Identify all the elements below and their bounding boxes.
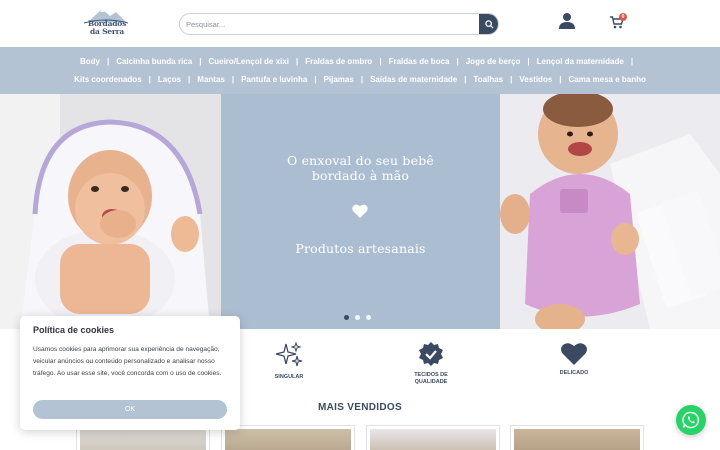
- nav-item-pantufa[interactable]: Pantufa e luvinha: [241, 75, 307, 84]
- product-card[interactable]: [366, 425, 500, 450]
- search-icon: [484, 19, 494, 29]
- nav-item-kits[interactable]: Kits coordenados: [74, 75, 142, 84]
- nav-separator: |: [456, 57, 459, 66]
- product-card[interactable]: [510, 425, 644, 450]
- nav-separator: |: [510, 75, 513, 84]
- feature-delicado: DELICADO: [534, 341, 614, 377]
- product-image: [514, 429, 640, 450]
- nav-separator: |: [314, 75, 317, 84]
- search-input[interactable]: [180, 14, 480, 34]
- feature-label: DELICADO: [559, 370, 589, 376]
- product-image: [80, 429, 206, 450]
- nav-row-1: Body | Calcinha bunda rica | Cueiro/Lenç…: [0, 55, 720, 68]
- slider-dot-3[interactable]: [366, 315, 371, 320]
- nav-item-lencol-maternidade[interactable]: Lençol da maternidade: [537, 57, 624, 66]
- nav-item-lacos[interactable]: Laços: [158, 75, 181, 84]
- nav-separator: |: [106, 57, 110, 66]
- whatsapp-button[interactable]: [676, 405, 706, 435]
- product-image: [225, 429, 351, 450]
- hero-banner-text-panel: O enxoval do seu bebê bordado à mão Prod…: [221, 94, 500, 329]
- logo-text: Bordados da Serra: [87, 19, 127, 36]
- product-card[interactable]: [221, 425, 355, 450]
- hero-slider[interactable]: O enxoval do seu bebê bordado à mão Prod…: [0, 94, 720, 329]
- user-account-icon[interactable]: [558, 12, 576, 30]
- nav-item-mantas[interactable]: Mantas: [197, 75, 225, 84]
- cookie-text: Usamos cookies para aprimorar sua experi…: [33, 346, 222, 377]
- slider-dot-1[interactable]: [344, 315, 349, 320]
- cookie-title: Política de cookies: [33, 325, 115, 335]
- nav-item-calcinha[interactable]: Calcinha bunda rica: [116, 57, 192, 66]
- nav-row-2: Kits coordenados | Laços | Mantas | Pant…: [0, 73, 720, 86]
- slider-dots: [344, 315, 371, 320]
- nav-separator: |: [360, 75, 364, 84]
- nav-item-vestidos[interactable]: Vestidos: [519, 75, 552, 84]
- nav-separator: |: [231, 75, 235, 84]
- nav-separator: |: [148, 75, 151, 84]
- heart-icon: [352, 204, 368, 218]
- logo[interactable]: Bordados da Serra: [80, 6, 132, 42]
- category-nav: Body | Calcinha bunda rica | Cueiro/Lenç…: [0, 47, 720, 94]
- sparkles-icon: [275, 341, 303, 367]
- nav-separator: |: [188, 75, 191, 84]
- nav-item-cueiro[interactable]: Cueiro/Lençol de xixi: [208, 57, 288, 66]
- cookie-consent-popup: Política de cookies Usamos cookies para …: [20, 316, 240, 430]
- slider-dot-2[interactable]: [355, 315, 360, 320]
- nav-separator: |: [199, 57, 202, 66]
- nav-item-cama-mesa-banho[interactable]: Cama mesa e banho: [569, 75, 646, 84]
- badge-check-icon: [419, 342, 443, 366]
- nav-item-fraldas-boca[interactable]: Fraldas de boca: [389, 57, 450, 66]
- search-button[interactable]: [479, 14, 498, 34]
- nav-item-pijamas[interactable]: Pijamas: [324, 75, 354, 84]
- nav-separator: |: [379, 57, 382, 66]
- nav-item-saidas[interactable]: Saídas de maternidade: [370, 75, 457, 84]
- nav-separator: |: [464, 75, 467, 84]
- heart-icon: [561, 343, 587, 365]
- feature-label: SINGULAR: [274, 374, 304, 380]
- feature-label: TECIDOS DE QUALIDADE: [414, 372, 448, 385]
- cookie-ok-button[interactable]: OK: [33, 400, 227, 419]
- site-header: Bordados da Serra 0: [0, 0, 720, 47]
- nav-separator: |: [527, 57, 530, 66]
- nav-separator: |: [559, 75, 562, 84]
- nav-item-toalhas[interactable]: Toalhas: [473, 75, 503, 84]
- baby-onesie-photo: [500, 94, 720, 329]
- nav-item-body[interactable]: Body: [80, 57, 100, 66]
- feature-tecidos: TECIDOS DE QUALIDADE: [391, 341, 471, 385]
- cart-count-badge: 0: [619, 13, 627, 21]
- feature-singular: SINGULAR: [249, 341, 329, 381]
- nav-item-fraldas-ombro[interactable]: Fraldas de ombro: [305, 57, 372, 66]
- nav-item-jogo-berco[interactable]: Jogo de berço: [466, 57, 521, 66]
- search-bar: [179, 13, 499, 35]
- whatsapp-icon: [682, 411, 700, 429]
- product-image: [370, 429, 496, 450]
- nav-separator: |: [630, 57, 634, 66]
- hero-title: O enxoval do seu bebê bordado à mão: [286, 153, 435, 183]
- baby-towel-photo: [0, 94, 221, 329]
- hero-subtitle: Produtos artesanais: [295, 241, 426, 256]
- nav-separator: |: [295, 57, 299, 66]
